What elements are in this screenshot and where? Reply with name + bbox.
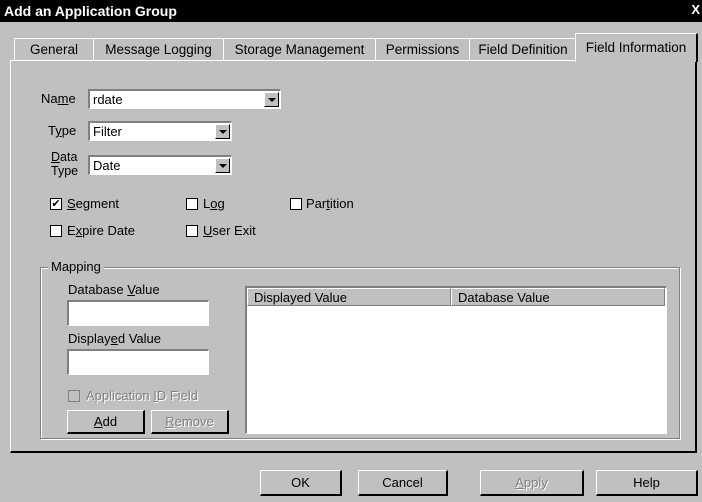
segment-label: Segment	[67, 196, 120, 211]
apply-button[interactable]: Apply	[480, 470, 584, 496]
column-header-displayed-value[interactable]: Displayed Value	[247, 288, 451, 306]
chevron-down-icon[interactable]	[264, 92, 279, 107]
help-button[interactable]: Help	[596, 470, 698, 496]
tab-permissions[interactable]: Permissions	[375, 38, 470, 61]
window-title: Add an Application Group	[4, 3, 177, 19]
name-label: Name	[41, 91, 76, 106]
user-exit-label: User Exit	[203, 223, 256, 238]
tab-message-logging[interactable]: Message Logging	[93, 38, 224, 61]
segment-checkbox[interactable]: ✔	[50, 198, 62, 210]
database-value-input[interactable]	[67, 300, 209, 326]
name-value: rdate	[93, 92, 123, 107]
tab-field-information[interactable]: Field Information	[575, 33, 698, 62]
expire-date-checkbox[interactable]	[50, 225, 62, 237]
displayed-value-label: Displayed Value	[68, 331, 161, 346]
application-id-field-checkbox[interactable]	[68, 390, 80, 402]
partition-label: Partition	[306, 196, 354, 211]
partition-checkbox[interactable]	[290, 198, 302, 210]
remove-button[interactable]: Remove	[151, 410, 229, 434]
add-button[interactable]: Add	[67, 410, 145, 434]
database-value-label: Database Value	[68, 282, 160, 297]
log-label: Log	[203, 196, 225, 211]
log-checkbox[interactable]	[186, 198, 198, 210]
type-value: Filter	[93, 124, 122, 139]
datatype-label: Data Type	[51, 150, 79, 178]
type-label: Type	[48, 123, 77, 138]
datatype-value: Date	[93, 158, 121, 173]
column-header-database-value[interactable]: Database Value	[451, 288, 665, 306]
chevron-down-icon[interactable]	[215, 124, 230, 139]
displayed-value-input[interactable]	[67, 349, 209, 375]
ok-button[interactable]: OK	[260, 470, 342, 496]
type-select[interactable]: Filter	[88, 121, 232, 141]
close-icon[interactable]: X	[691, 2, 700, 17]
datatype-select[interactable]: Date	[88, 155, 232, 175]
name-combobox[interactable]: rdate	[88, 89, 281, 109]
tab-field-definition[interactable]: Field Definition	[469, 38, 577, 61]
tab-general[interactable]: General	[14, 38, 94, 61]
tab-storage-management[interactable]: Storage Management	[223, 38, 376, 61]
checkmark-icon: ✔	[51, 198, 61, 210]
title-bar: Add an Application Group X	[0, 0, 702, 22]
user-exit-checkbox[interactable]	[186, 225, 198, 237]
mapping-list[interactable]: Displayed Value Database Value	[245, 286, 667, 434]
cancel-button[interactable]: Cancel	[358, 470, 448, 496]
expire-date-label: Expire Date	[67, 223, 135, 238]
mapping-legend: Mapping	[48, 259, 104, 274]
chevron-down-icon[interactable]	[215, 158, 230, 173]
application-id-field-label: Application ID Field	[86, 388, 199, 403]
